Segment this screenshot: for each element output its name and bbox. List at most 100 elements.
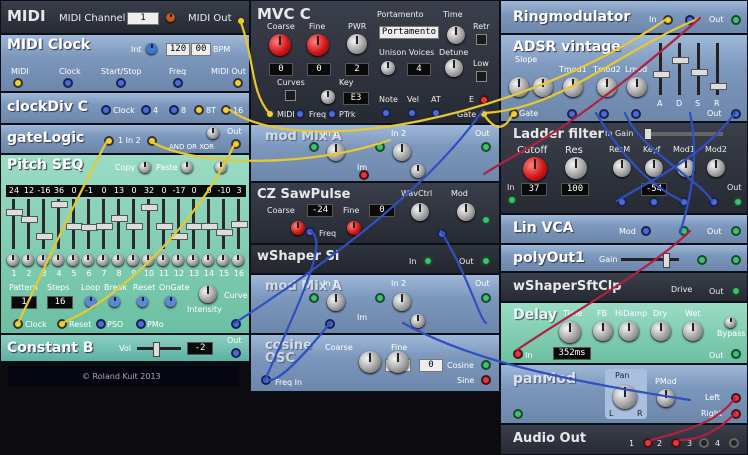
czsaw-coarse-knob[interactable] [291, 221, 305, 235]
modmix2-in1-port[interactable] [309, 293, 319, 303]
int-toggle[interactable] [146, 43, 157, 54]
step-knob[interactable] [82, 254, 94, 266]
step-knob[interactable] [112, 254, 124, 266]
modmix1-im-port[interactable] [359, 170, 369, 180]
step-knob[interactable] [172, 254, 184, 266]
intensity-knob[interactable] [199, 285, 217, 303]
polyout-in-port[interactable] [697, 255, 707, 265]
modmix2-out-port[interactable] [481, 293, 491, 303]
ladder-keyf-knob[interactable] [645, 159, 663, 177]
step-slider[interactable] [21, 199, 38, 249]
clock-midi-out-port[interactable] [233, 78, 243, 88]
bpm-frac-field[interactable]: 00 [191, 43, 211, 56]
czsaw-fine-knob[interactable] [347, 221, 361, 235]
adsr-lmod-knob[interactable] [627, 77, 647, 97]
cosine-freq-port[interactable] [261, 375, 271, 385]
modmix2-in2-knob[interactable] [393, 293, 411, 311]
step-slider[interactable] [66, 199, 83, 249]
ladder-res-knob[interactable] [565, 157, 587, 179]
mvcc-ptrk-port[interactable] [327, 109, 337, 119]
step-knob[interactable] [7, 254, 19, 266]
czsaw-wavectrl-knob[interactable] [411, 203, 429, 221]
step-slider[interactable] [231, 199, 248, 249]
step-knob[interactable] [232, 254, 244, 266]
step-knob[interactable] [52, 254, 64, 266]
mvcc-at-port[interactable] [431, 108, 441, 118]
delay-out-port[interactable] [731, 349, 741, 359]
mvcc-gate-port[interactable] [479, 109, 489, 119]
panmod-right-port[interactable] [731, 409, 741, 419]
adsr-tmod2-port[interactable] [599, 109, 609, 119]
adsr-lmod-port[interactable] [631, 109, 641, 119]
delay-in-port[interactable] [513, 349, 523, 359]
audioout-ch2-port[interactable] [671, 438, 681, 448]
gatelogic-mode-knob[interactable] [207, 127, 219, 139]
panmod-in-port[interactable] [513, 409, 523, 419]
mvcc-unison-knob[interactable] [381, 61, 395, 75]
clock-freq-port[interactable] [173, 78, 183, 88]
mvcc-vel-port[interactable] [407, 108, 417, 118]
modmix1-in1-port[interactable] [309, 142, 319, 152]
mvcc-fine-knob[interactable] [307, 34, 329, 56]
ringmod-in2-port[interactable] [685, 15, 695, 25]
mvcc-note-port[interactable] [381, 108, 391, 118]
step-slider[interactable] [201, 199, 218, 249]
panmod-pmod-knob[interactable] [657, 389, 675, 407]
step-slider[interactable] [171, 199, 188, 249]
clock-midi-in-port[interactable] [13, 78, 23, 88]
czsaw-out-port[interactable] [481, 215, 491, 225]
mvcc-freq-port[interactable] [295, 109, 305, 119]
ladder-resm-knob[interactable] [613, 159, 631, 177]
delay-wet-knob[interactable] [683, 321, 703, 341]
step-slider[interactable] [126, 199, 143, 249]
delay-hidamp-knob[interactable] [619, 321, 639, 341]
audioout-ch1-port[interactable] [643, 438, 653, 448]
delay-fb-knob[interactable] [593, 321, 613, 341]
mvcc-curves-button[interactable] [285, 90, 296, 101]
modmix2-im-knob[interactable] [411, 314, 425, 328]
adsr-out-port[interactable] [731, 109, 741, 119]
wshaper-in-port[interactable] [423, 256, 433, 266]
cosine-cos-port[interactable] [481, 360, 491, 370]
step-slider[interactable] [36, 199, 53, 249]
modmix1-in2-port[interactable] [375, 142, 385, 152]
adsr-slider-r[interactable] [710, 43, 727, 95]
mvcc-detune-knob[interactable] [445, 59, 463, 77]
ringmod-out-port[interactable] [731, 15, 741, 25]
modmix1-in1-knob[interactable] [327, 143, 345, 161]
step-knob[interactable] [67, 254, 79, 266]
mvcc-e-port[interactable] [479, 95, 489, 105]
linvca-mod-port[interactable] [641, 226, 651, 236]
step-knob[interactable] [217, 254, 229, 266]
clockdiv-4-port[interactable] [141, 105, 151, 115]
adsr-tmod1-knob[interactable] [563, 77, 583, 97]
mvcc-midi-port[interactable] [265, 109, 275, 119]
cosine-coarse-knob[interactable] [359, 351, 381, 373]
adsr-slider-a[interactable] [653, 43, 670, 95]
clockdiv-8t-port[interactable] [194, 105, 204, 115]
pattern-field[interactable]: 1 [11, 296, 37, 309]
loop-button[interactable] [85, 296, 96, 307]
mvcc-key-knob[interactable] [321, 90, 335, 104]
break-button[interactable] [109, 296, 120, 307]
step-knob[interactable] [22, 254, 34, 266]
modmix1-im-knob[interactable] [411, 164, 425, 178]
audioout-ch3-port[interactable] [699, 438, 709, 448]
gatelogic-in1-port[interactable] [104, 136, 114, 146]
czsaw-mod-knob[interactable] [457, 203, 475, 221]
clockdiv-16-port[interactable] [221, 105, 231, 115]
mvcc-porta-field[interactable]: Portamento [379, 26, 439, 39]
ladder-mod2-port[interactable] [709, 197, 719, 207]
step-slider[interactable] [186, 199, 203, 249]
wshaper-out-port[interactable] [481, 256, 491, 266]
seq-reset-port[interactable] [57, 319, 67, 329]
step-slider[interactable] [51, 199, 68, 249]
mvcc-low-button[interactable] [476, 71, 487, 82]
step-slider[interactable] [96, 199, 113, 249]
copy-button[interactable] [139, 161, 151, 173]
step-slider[interactable] [141, 199, 158, 249]
steps-field[interactable]: 16 [47, 296, 73, 309]
adsr-slider-s[interactable] [691, 43, 708, 95]
ladder-mod1-port[interactable] [679, 197, 689, 207]
delay-dry-knob[interactable] [651, 321, 671, 341]
